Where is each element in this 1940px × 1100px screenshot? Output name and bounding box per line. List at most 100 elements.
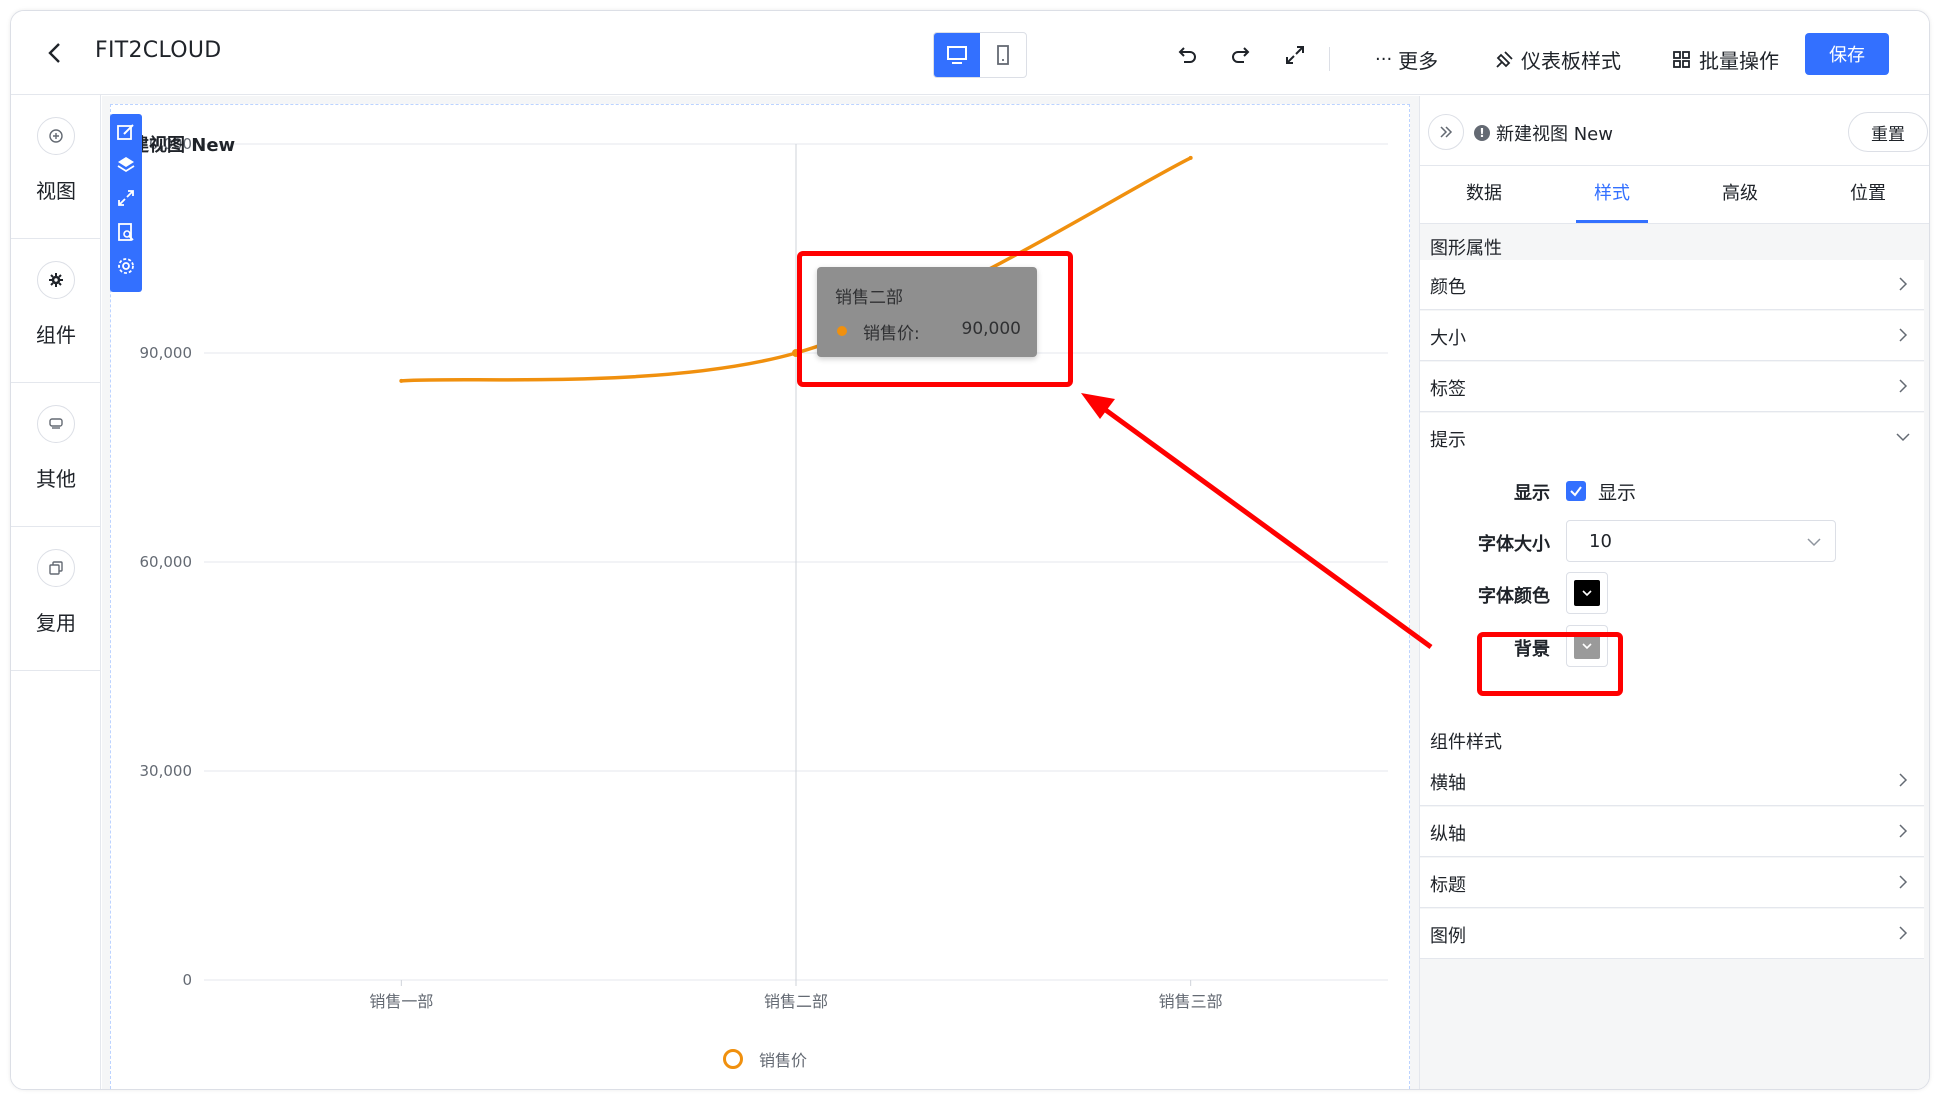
font-size-label: 字体大小 [1478,534,1550,555]
show-label: 显示 [1514,483,1550,504]
chart-toolbar [110,114,142,292]
data-point [399,378,404,383]
chart-legend[interactable]: 销售价 [723,1047,807,1071]
settings-icon[interactable] [116,256,136,276]
row-label[interactable]: 标签 [1420,362,1924,412]
sidebar-item-view[interactable]: 视图 [11,95,101,239]
component-sidebar: 视图 组件 其他 复用 [11,95,101,1089]
top-toolbar: FIT2CLOUD ··· 更多 仪表板样式 批量操作 保存 [11,11,1929,95]
chart-title: 建视图 New [131,135,236,156]
sidebar-item-other[interactable]: 其他 [11,383,101,527]
save-button[interactable]: 保存 [1805,33,1889,75]
chevron-right-icon [1899,824,1908,838]
layers-icon[interactable] [116,154,136,174]
chevron-right-icon [1899,875,1908,889]
chevron-down-icon [1896,433,1910,442]
layers-icon [37,405,75,443]
tooltip-title: 销售二部 [835,288,903,308]
data-point [1188,155,1193,160]
sidebar-item-label: 视图 [36,179,76,203]
brush-icon [1496,50,1513,68]
panel-title: ! 新建视图 New [1474,120,1613,146]
device-toggle [933,32,1027,78]
copy-icon [37,549,75,587]
legend-circle-icon [723,1049,743,1069]
monitor-icon [947,46,967,64]
tab-data[interactable]: 数据 [1420,166,1548,223]
chevron-right-icon [1899,277,1908,291]
row-title[interactable]: 标题 [1420,858,1924,908]
color-swatch [1574,580,1600,606]
x-tick-label: 销售一部 [369,992,433,1011]
undo-icon[interactable] [1173,41,1201,69]
tab-position[interactable]: 位置 [1804,166,1929,223]
chart-tooltip: 销售二部 销售价: 90,000 [817,267,1037,357]
chevron-right-icon [1899,773,1908,787]
show-checkbox-label[interactable]: 显示 [1598,478,1636,505]
background-label: 背景 [1514,639,1550,660]
mobile-mode-button[interactable] [980,33,1026,77]
app-window: FIT2CLOUD ··· 更多 仪表板样式 批量操作 保存 视图 组件 其他 … [10,10,1930,1090]
chevron-right-icon [1899,379,1908,393]
app-title: FIT2CLOUD [95,38,222,63]
section-title-component: 组件样式 [1430,732,1502,753]
desktop-mode-button[interactable] [934,33,980,77]
y-tick-label: 90,000 [140,344,193,362]
more-button[interactable]: ··· 更多 [1375,45,1438,74]
reset-button[interactable]: 重置 [1848,112,1928,152]
phone-icon [997,45,1009,65]
series-dot-icon [837,326,847,336]
font-color-picker[interactable] [1566,572,1608,614]
x-tick-label: 销售二部 [764,992,828,1011]
show-checkbox[interactable] [1566,481,1586,501]
y-tick-label: 60,000 [140,553,193,571]
info-icon: ! [1474,125,1490,141]
panel-tabs: 数据 样式 高级 位置 [1420,166,1929,224]
y-tick-label: 30,000 [140,762,193,780]
background-color-picker[interactable] [1566,625,1608,667]
x-tick-label: 销售三部 [1159,992,1223,1011]
row-tooltip[interactable]: 提示 [1420,413,1924,463]
back-arrow-icon[interactable] [41,39,69,67]
redo-icon[interactable] [1227,41,1255,69]
line-chart: 030,00060,00090,0000,000销售一部 销售二部 销售三部 [140,135,1388,1011]
chevron-down-icon [1582,643,1592,650]
sidebar-item-label: 复用 [36,611,76,635]
row-legend[interactable]: 图例 [1420,909,1924,959]
tooltip-series: 销售价: [863,324,920,344]
row-size[interactable]: 大小 [1420,311,1924,361]
edit-icon[interactable] [116,122,136,142]
row-x-axis[interactable]: 横轴 [1420,756,1924,806]
data-point [792,349,800,357]
y-tick-label: 0 [182,971,192,989]
document-search-icon[interactable] [116,222,136,242]
dashboard-style-button[interactable]: 仪表板样式 [1493,45,1621,74]
panel-header: ! 新建视图 New 重置 [1420,96,1929,166]
gear-icon [37,261,75,299]
chevron-right-icon [1899,328,1908,342]
tab-advanced[interactable]: 高级 [1676,166,1804,223]
tab-style[interactable]: 样式 [1548,166,1676,223]
font-size-select[interactable]: 10 [1566,520,1836,562]
row-y-axis[interactable]: 纵轴 [1420,807,1924,857]
collapse-chevrons-icon[interactable] [1428,114,1464,150]
check-icon [1570,486,1582,497]
toolbar-divider [1329,47,1330,71]
sidebar-item-reuse[interactable]: 复用 [11,527,101,671]
section-title-graph: 图形属性 [1430,238,1502,259]
sidebar-item-component[interactable]: 组件 [11,239,101,383]
expand-icon[interactable] [116,188,136,208]
font-color-label: 字体颜色 [1478,586,1550,607]
chevron-down-icon [1582,590,1592,597]
legend-label: 销售价 [759,1051,808,1070]
ellipsis-icon: ··· [1375,49,1393,70]
properties-panel: ! 新建视图 New 重置 数据 样式 高级 位置 图形属性 颜色 大小 标签 … [1419,96,1929,1089]
plus-circle-icon [37,117,75,155]
batch-ops-button[interactable]: 批量操作 [1671,45,1779,74]
fullscreen-icon[interactable] [1281,41,1309,69]
chevron-down-icon [1807,538,1821,547]
sidebar-item-label: 组件 [36,323,76,347]
grid-icon [1673,50,1690,68]
row-color[interactable]: 颜色 [1420,260,1924,310]
tooltip-value: 90,000 [961,319,1021,339]
